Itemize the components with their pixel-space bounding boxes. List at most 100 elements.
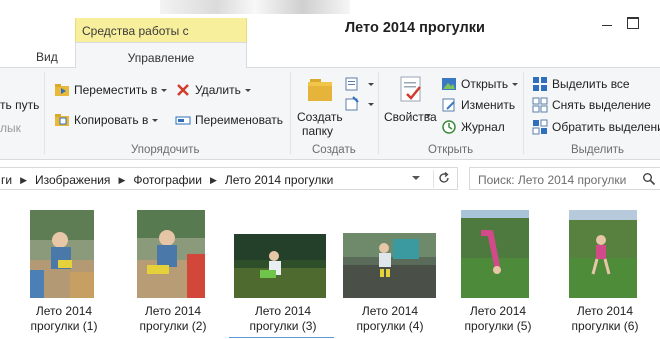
delete-icon — [175, 82, 191, 98]
select-group-label: Выделить — [571, 144, 625, 156]
history-icon — [441, 119, 457, 135]
search-input[interactable]: Поиск: Лето 2014 прогулки — [469, 167, 660, 190]
breadcrumb-chevron-icon[interactable]: ▶ — [210, 175, 217, 186]
group-separator — [290, 72, 291, 154]
tab-view[interactable]: Вид — [36, 50, 58, 64]
file-name-line2: прогулки (1) — [30, 319, 98, 333]
edit-icon — [441, 97, 457, 113]
new-folder-label-1: Создать — [297, 110, 343, 124]
title-bar: Средства работы с рисунками Лето 2014 пр… — [0, 0, 660, 52]
delete-label: Удалить — [195, 83, 241, 97]
move-to-icon — [54, 82, 70, 98]
breadcrumb-item-pictures[interactable]: Изображения — [35, 173, 110, 187]
history-button[interactable]: Журнал — [441, 119, 505, 135]
properties-icon — [396, 74, 426, 104]
file-name-line1: Лето 2014 — [361, 304, 419, 318]
thumbnail-image — [234, 234, 326, 298]
new-item-button[interactable] — [344, 76, 374, 92]
focus-underline — [229, 337, 334, 338]
thumbnail-image — [461, 210, 529, 298]
file-name: Лето 2014 прогулки (3) — [228, 304, 338, 334]
edit-label: Изменить — [461, 98, 516, 112]
invert-selection-button[interactable]: Обратить выделение — [532, 119, 660, 135]
invert-selection-icon — [532, 119, 548, 135]
open-label: Открыть — [461, 77, 509, 91]
new-folder-label-2: папку — [302, 124, 334, 138]
copy-to-button[interactable]: Копировать в — [54, 112, 159, 128]
ribbon: ть путь лык Переместить в Копировать в У… — [0, 68, 660, 160]
delete-button[interactable]: Удалить — [175, 82, 251, 98]
group-separator — [378, 72, 379, 154]
search-placeholder: Поиск: Лето 2014 прогулки — [478, 173, 627, 187]
breadcrumb-chevron-icon[interactable]: ▶ — [118, 175, 125, 186]
file-name-line1: Лето 2014 — [144, 304, 202, 318]
easy-access-icon — [344, 96, 360, 112]
select-all-button[interactable]: Выделить все — [532, 76, 630, 92]
new-folder-button[interactable] — [300, 74, 340, 104]
rename-label: Переименовать — [195, 113, 283, 127]
paste-shortcut-button[interactable]: лык — [0, 121, 21, 135]
file-name: Лето 2014 прогулки (4) — [335, 304, 445, 334]
thumbnail-image — [137, 210, 205, 298]
file-name-line2: прогулки (6) — [571, 319, 639, 333]
file-name-line1: Лето 2014 — [254, 304, 312, 318]
group-separator — [523, 72, 524, 154]
thumbnail-image — [30, 210, 94, 298]
file-name: Лето 2014 прогулки (5) — [443, 304, 553, 334]
invert-selection-label: Обратить выделение — [552, 120, 660, 134]
copy-to-label: Копировать в — [74, 113, 149, 127]
maximize-button[interactable] — [622, 14, 644, 32]
file-name-line1: Лето 2014 — [35, 304, 93, 318]
file-name-line2: прогулки (2) — [139, 319, 207, 333]
new-item-icon — [344, 76, 360, 92]
open-button[interactable]: Открыть — [441, 76, 519, 92]
easy-access-button[interactable] — [344, 96, 374, 112]
create-group-label: Создать — [312, 144, 356, 156]
rename-icon — [175, 112, 191, 128]
file-list: Лето 2014 прогулки (1) Лето 2014 прогулк… — [0, 196, 660, 339]
file-name-line2: прогулки (5) — [464, 319, 532, 333]
breadcrumb-chevron-icon[interactable]: ▶ — [20, 175, 27, 186]
open-group-label: Открыть — [428, 144, 474, 156]
properties-label: Свойства — [384, 110, 437, 124]
minimize-button[interactable] — [596, 14, 618, 32]
file-name-line1: Лето 2014 — [469, 304, 527, 318]
breadcrumb-item-current[interactable]: Лето 2014 прогулки — [225, 173, 333, 187]
breadcrumb-prefix[interactable]: ги — [1, 173, 12, 187]
breadcrumb: ги ▶ Изображения ▶ Фотографии ▶ Лето 201… — [1, 173, 333, 187]
tab-partial[interactable] — [0, 51, 2, 61]
select-none-icon — [532, 97, 548, 113]
group-separator — [44, 72, 45, 154]
copy-to-icon — [54, 112, 70, 128]
image-open-icon — [441, 76, 457, 92]
navigation-bar: ги ▶ Изображения ▶ Фотографии ▶ Лето 201… — [0, 160, 660, 196]
rename-button[interactable]: Переименовать — [175, 112, 283, 128]
window-title: Лето 2014 прогулки — [345, 20, 485, 36]
refresh-button[interactable] — [433, 170, 453, 188]
thumbnail-image — [343, 233, 436, 298]
select-all-label: Выделить все — [552, 77, 630, 91]
file-name: Лето 2014 прогулки (6) — [550, 304, 660, 334]
move-to-label: Переместить в — [74, 83, 158, 97]
picture-tools-header: Средства работы с рисунками — [75, 18, 247, 52]
file-name-line2: прогулки (3) — [249, 319, 317, 333]
file-name-line2: прогулки (4) — [356, 319, 424, 333]
title-background-photo — [160, 0, 350, 14]
properties-dropdown[interactable] — [425, 114, 431, 117]
thumbnail-image — [569, 210, 637, 298]
breadcrumb-item-photos[interactable]: Фотографии — [133, 173, 202, 187]
address-bar[interactable]: ги ▶ Изображения ▶ Фотографии ▶ Лето 201… — [0, 167, 458, 190]
history-label: Журнал — [461, 120, 505, 134]
new-folder-icon — [305, 74, 335, 104]
close-button[interactable] — [645, 14, 660, 32]
copy-path-button[interactable]: ть путь — [0, 98, 39, 112]
select-all-icon — [532, 76, 548, 92]
select-none-button[interactable]: Снять выделение — [532, 97, 651, 113]
move-to-button[interactable]: Переместить в — [54, 82, 168, 98]
search-icon — [642, 172, 656, 189]
tab-manage[interactable]: Управление — [75, 42, 247, 68]
edit-button[interactable]: Изменить — [441, 97, 515, 113]
properties-button[interactable] — [396, 74, 426, 104]
address-history-dropdown[interactable] — [412, 176, 420, 180]
select-none-label: Снять выделение — [552, 98, 651, 112]
